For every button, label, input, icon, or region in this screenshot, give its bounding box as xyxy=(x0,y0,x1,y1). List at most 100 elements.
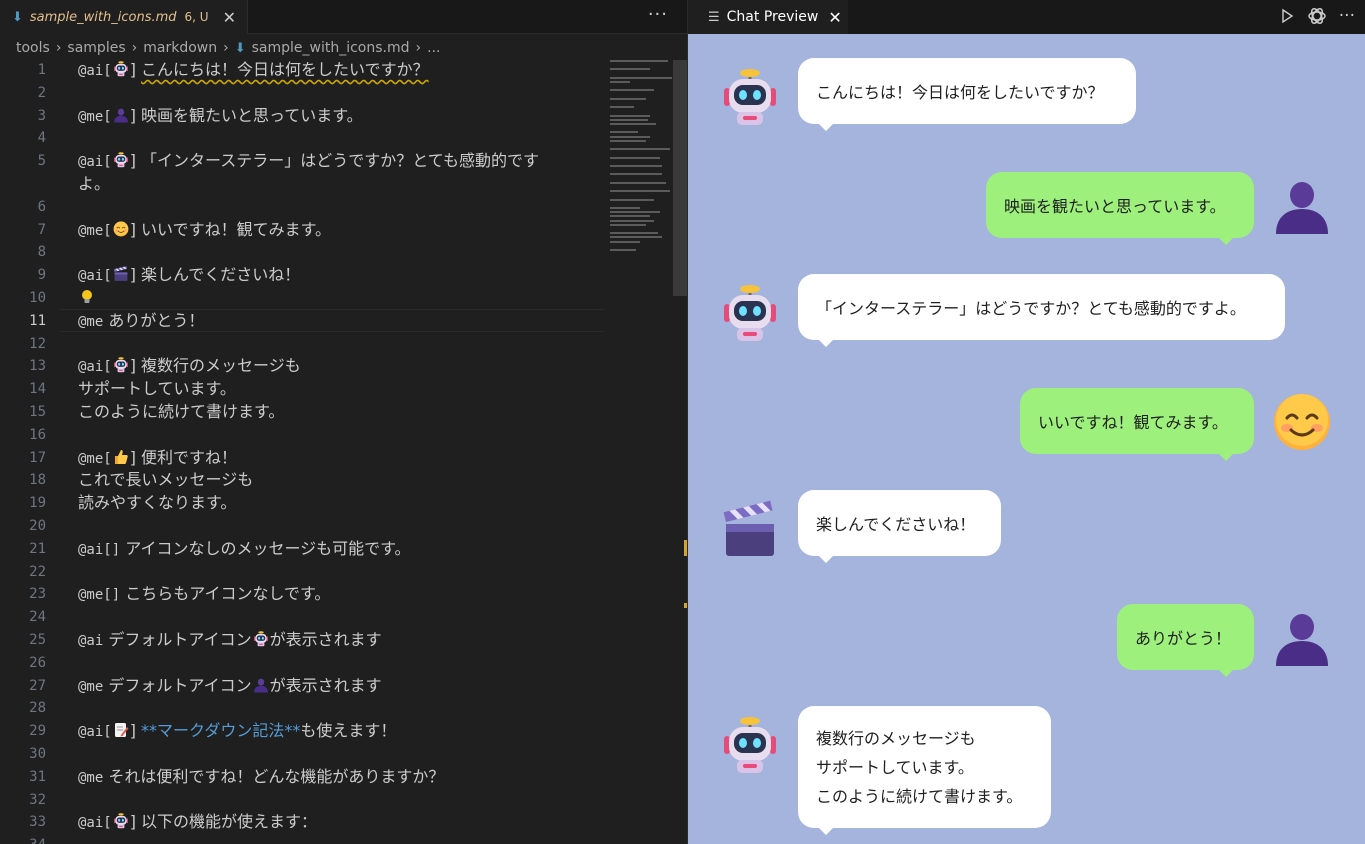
editor-scrollbar[interactable] xyxy=(673,60,687,844)
line-segment: @ai[ xyxy=(78,268,112,285)
me-message-bubble: ありがとう！ xyxy=(1117,604,1254,670)
close-icon[interactable]: ✕ xyxy=(828,8,841,27)
minimap-line xyxy=(610,190,670,193)
code-line[interactable]: 30 xyxy=(0,743,604,766)
code-line[interactable]: 10 xyxy=(0,287,604,310)
line-segment: @me[ xyxy=(78,222,112,239)
breadcrumb-item-tools[interactable]: tools xyxy=(16,40,50,56)
line-text: よ。 xyxy=(78,173,110,196)
code-line[interactable]: 33 @ai[ ] 以下の機能が使えます： xyxy=(0,811,604,834)
minimap[interactable] xyxy=(610,60,672,260)
line-text xyxy=(78,287,96,310)
code-line[interactable]: 11 @me ありがとう！ xyxy=(0,310,604,333)
run-icon[interactable] xyxy=(1279,8,1295,24)
tab-status-badge: 6, U xyxy=(184,10,209,24)
code-line[interactable]: 23 @me[] こちらもアイコンなしです。 xyxy=(0,583,604,606)
code-line[interactable]: 7 @me[ ] いいですね！観てみます。 xyxy=(0,219,604,242)
line-segment: ] 「インターステラー」はどうですか？とても感動的です xyxy=(129,151,539,171)
tab-sample-with-icons[interactable]: ⬇ sample_with_icons.md 6, U ✕ xyxy=(0,0,248,34)
code-line[interactable]: 13 @ai[ ] 複数行のメッセージも xyxy=(0,355,604,378)
code-line[interactable]: 21 @ai[] アイコンなしのメッセージも可能です。 xyxy=(0,538,604,561)
bubble-tail xyxy=(818,827,834,835)
code-line[interactable]: 8 xyxy=(0,241,604,264)
code-line[interactable]: よ。 xyxy=(0,173,604,196)
minimap-line xyxy=(610,89,654,92)
code-line[interactable]: 27 @me デフォルトアイコン が表示されます xyxy=(0,675,604,698)
code-line[interactable]: 19 読みやすくなります。 xyxy=(0,492,604,515)
line-segment: @me[ xyxy=(78,450,112,467)
bubble-tail xyxy=(1218,669,1234,677)
breadcrumb-item-file[interactable]: sample_with_icons.md xyxy=(252,40,410,56)
line-text: @ai[] アイコンなしのメッセージも可能です。 xyxy=(78,538,411,562)
clapper-icon xyxy=(720,500,780,560)
line-number: 18 xyxy=(29,472,46,489)
code-line[interactable]: 26 xyxy=(0,652,604,675)
code-line[interactable]: 20 xyxy=(0,515,604,538)
message-text: このように続けて書けます。 xyxy=(816,786,1023,806)
line-number: 29 xyxy=(29,723,46,740)
line-segment: サポートしています。 xyxy=(78,379,236,399)
code-line[interactable]: 31 @me それは便利ですね！どんな機能がありますか？ xyxy=(0,766,604,789)
code-line[interactable]: 2 xyxy=(0,82,604,105)
chevron-right-icon: › xyxy=(415,40,422,56)
line-segment: @ai[ xyxy=(78,815,112,832)
line-number: 27 xyxy=(29,677,46,694)
line-text: @ai[ ] 「インターステラー」はどうですか？とても感動的です xyxy=(78,150,539,174)
minimap-line xyxy=(610,173,662,176)
line-number: 15 xyxy=(29,403,46,420)
line-segment: ] 映画を観たいと思っています。 xyxy=(129,105,363,125)
code-line[interactable]: 4 xyxy=(0,127,604,150)
preview-tab-title: Chat Preview xyxy=(726,9,819,25)
line-text: サポートしています。 xyxy=(78,378,236,401)
code-line[interactable]: 18 これで長いメッセージも xyxy=(0,469,604,492)
line-number: 34 xyxy=(0,834,46,844)
line-segment: ] 便利ですね！ xyxy=(129,447,238,467)
breadcrumb-item-samples[interactable]: samples xyxy=(67,40,125,56)
bulb-icon xyxy=(79,289,95,305)
code-line[interactable]: 5 @ai[ ] 「インターステラー」はどうですか？とても感動的です xyxy=(0,150,604,173)
code-line[interactable]: 22 xyxy=(0,561,604,584)
code-line[interactable]: 17 @me[ ] 便利ですね！ xyxy=(0,447,604,470)
line-number: 32 xyxy=(29,791,46,808)
code-line[interactable]: 28 xyxy=(0,697,604,720)
code-line[interactable]: 1 @ai[ ] こんにちは！今日は何をしたいですか？ xyxy=(0,59,604,82)
code-line[interactable]: 6 xyxy=(0,196,604,219)
person-icon xyxy=(1272,608,1332,668)
code-line[interactable]: 25 @ai デフォルトアイコン が表示されます xyxy=(0,629,604,652)
code-line[interactable]: 12 xyxy=(0,333,604,356)
openai-icon[interactable] xyxy=(1307,6,1327,26)
code-line[interactable]: 34 xyxy=(0,834,604,844)
line-segment: このように続けて書けます。 xyxy=(78,401,285,421)
tab-chat-preview[interactable]: ☰ Chat Preview ✕ xyxy=(688,0,848,34)
line-segment: @me[ xyxy=(78,108,112,125)
close-icon[interactable]: ✕ xyxy=(223,8,236,27)
code-editor[interactable]: 1 @ai[ ] こんにちは！今日は何をしたいですか？ 2 3 @me[ ] 映画を観た… xyxy=(0,59,604,844)
code-line[interactable]: 9 @ai[ ] 楽しんでくださいね！ xyxy=(0,264,604,287)
code-line[interactable]: 14 サポートしています。 xyxy=(0,378,604,401)
line-number: 11 xyxy=(29,312,46,329)
code-line[interactable]: 24 xyxy=(0,606,604,629)
line-segment: @ai[ xyxy=(78,63,112,79)
more-actions-icon[interactable]: ··· xyxy=(648,4,668,25)
code-line[interactable]: 16 xyxy=(0,424,604,447)
line-segment: が表示されます xyxy=(269,629,382,649)
markdown-file-icon: ⬇ xyxy=(12,9,23,25)
code-line[interactable]: 15 このように続けて書けます。 xyxy=(0,401,604,424)
scrollbar-thumb[interactable] xyxy=(673,60,687,296)
code-line[interactable]: 29 @ai[ ] **マークダウン記法**も使えます！ xyxy=(0,720,604,743)
code-line[interactable]: 32 xyxy=(0,789,604,812)
line-text: @me[ ] 便利ですね！ xyxy=(78,447,237,471)
line-segment: @me それは便利ですね！どんな機能がありますか？ xyxy=(78,766,445,786)
code-line[interactable]: 3 @me[ ] 映画を観たいと思っています。 xyxy=(0,105,604,128)
line-text: @me ありがとう！ xyxy=(78,310,204,334)
breadcrumb-item-markdown[interactable]: markdown xyxy=(143,40,217,56)
line-number: 22 xyxy=(29,563,46,580)
smile-icon xyxy=(1272,392,1332,452)
line-segment: も使えます！ xyxy=(300,721,397,741)
line-text: これで長いメッセージも xyxy=(78,469,253,492)
bubble-tail xyxy=(818,555,834,563)
more-actions-icon[interactable]: ··· xyxy=(1339,6,1355,26)
breadcrumb-item-symbols[interactable]: ... xyxy=(427,40,440,56)
line-segment: @ai[ xyxy=(78,724,112,741)
line-segment: 読みやすくなります。 xyxy=(78,493,237,513)
